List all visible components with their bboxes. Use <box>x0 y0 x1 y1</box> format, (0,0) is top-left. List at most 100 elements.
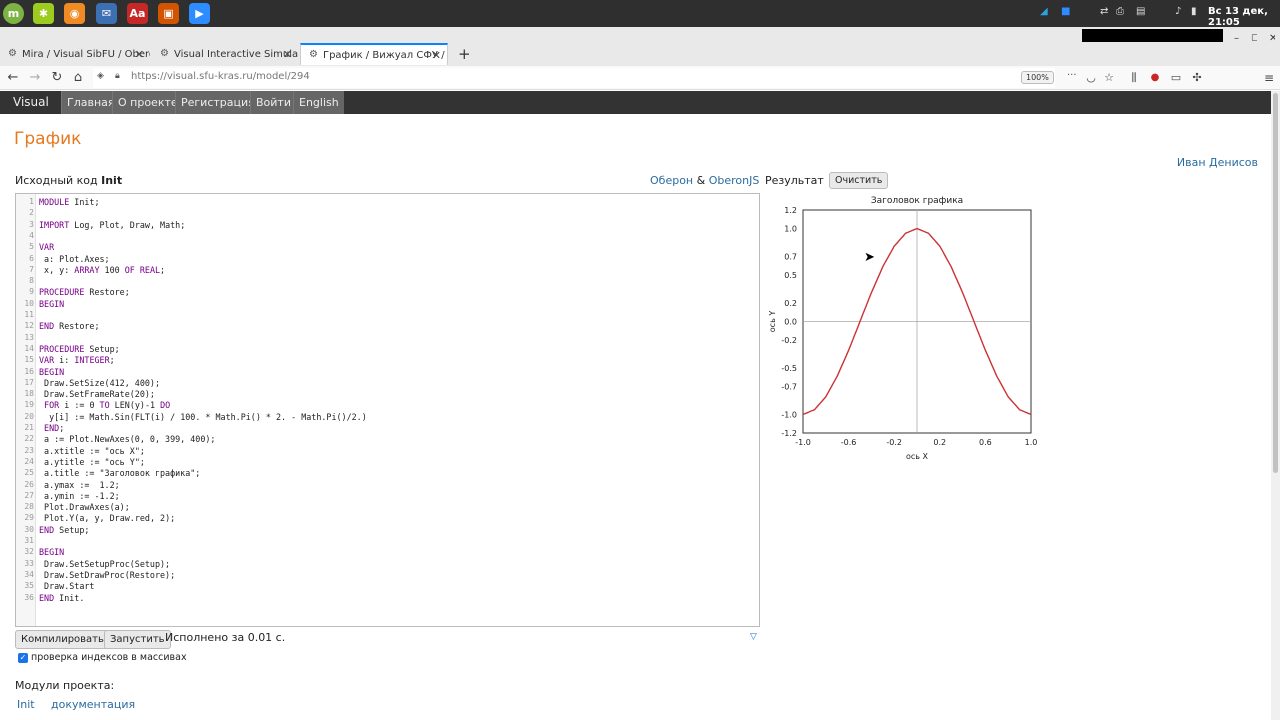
nav-login[interactable]: Войти <box>250 91 296 114</box>
address-bar[interactable]: ◈ 🔒︎ https://visual.sfu-kras.ru/model/29… <box>93 68 1077 88</box>
close-icon[interactable]: ✕ <box>283 48 292 61</box>
chart-title: Заголовок графика <box>871 196 963 206</box>
index-check-label: проверка индексов в массивах <box>31 652 187 663</box>
url-text: https://visual.sfu-kras.ru/model/294 <box>131 71 310 82</box>
line-number: 13 <box>24 332 34 342</box>
back-arrow-icon[interactable]: ← <box>5 70 21 86</box>
star-icon[interactable]: ☆ <box>1101 70 1117 86</box>
clear-button[interactable]: Очистить <box>829 172 889 189</box>
home-icon[interactable]: ⌂ <box>70 70 86 86</box>
line-number: 26 <box>24 479 34 489</box>
code-line: END; <box>44 423 65 433</box>
nav-register[interactable]: Регистрация <box>175 91 260 114</box>
more-icon[interactable]: ··· <box>1067 70 1077 81</box>
line-number: 4 <box>29 230 34 240</box>
x-tick-label: 0.6 <box>979 438 992 447</box>
presentation-app-icon[interactable]: ▣ <box>158 3 179 24</box>
code-line: BEGIN <box>39 366 65 377</box>
battery-icon[interactable]: ▮ <box>1191 6 1197 20</box>
volume-icon[interactable]: ♪ <box>1175 6 1181 20</box>
shield-icon[interactable]: ◈ <box>97 71 104 81</box>
clock[interactable]: Вс 13 дек, 21:05 <box>1208 6 1280 28</box>
line-number: 14 <box>24 343 34 353</box>
code-line: a.title := "Заголовок графика"; <box>39 468 201 479</box>
code-line: MODULE Init; <box>39 197 100 207</box>
settings-app-icon[interactable]: ✱ <box>33 3 54 24</box>
code-line: a.ytitle := "ось Y"; <box>39 456 145 467</box>
compile-button[interactable]: Компилировать <box>15 630 110 649</box>
y-tick-label: -1.2 <box>781 429 797 438</box>
nav-about[interactable]: О проекте <box>112 91 183 114</box>
line-number: 17 <box>24 377 34 387</box>
mail-app-icon[interactable]: ✉ <box>96 3 117 24</box>
code-editor[interactable]: 1 2 3 4 5 6 7 8 9 10 11 12 13 14 15 16 17 18 19 20 21 22 23 24 2… <box>15 193 760 627</box>
network-icon[interactable]: ⇄ <box>1100 6 1108 20</box>
mint-menu-icon[interactable]: m <box>3 3 24 24</box>
telegram-icon[interactable]: ◢ <box>1040 6 1048 20</box>
code-line: VAR i: INTEGER; <box>39 355 115 366</box>
dictionary-app-icon[interactable]: Aa <box>127 3 148 24</box>
pocket-icon[interactable]: ◡ <box>1083 70 1099 86</box>
code-line: y[i] := Math.Sin(FLT(i) / 100. * Math.Pi… <box>39 411 367 422</box>
expand-triangle-icon[interactable]: ▽ <box>750 632 757 642</box>
run-button[interactable]: Запустить <box>104 630 171 649</box>
zoom-tray-icon[interactable]: ■ <box>1061 6 1070 20</box>
lock-icon[interactable]: 🔒︎ <box>115 71 120 81</box>
library-icon[interactable]: ⫼ <box>1126 70 1142 86</box>
zoom-app-icon[interactable]: ▶ <box>189 3 210 24</box>
code-line: Draw.SetSize(412, 400); <box>39 377 161 388</box>
printer-icon[interactable]: ⎙ <box>1116 6 1124 20</box>
oberon-link[interactable]: Оберон <box>650 174 693 187</box>
x-tick-label: -0.2 <box>886 438 902 447</box>
tab-label: График / Вижуал СФУ / Об <box>322 49 448 61</box>
sidebar-icon[interactable]: ▭ <box>1168 70 1184 86</box>
forward-arrow-icon[interactable]: → <box>27 70 43 86</box>
documentation-link[interactable]: документация <box>51 698 135 711</box>
x-tick-label: 1.0 <box>1025 438 1038 447</box>
y-tick-label: 1.0 <box>784 225 797 234</box>
window-minimize-button[interactable]: – <box>1226 27 1240 49</box>
line-number: 5 <box>29 242 34 252</box>
close-icon[interactable]: ✕ <box>135 48 144 61</box>
line-number: 6 <box>29 253 34 263</box>
redacted-bar <box>1082 29 1223 42</box>
scrollbar-thumb[interactable] <box>1273 93 1278 473</box>
flag-icon[interactable]: ▤ <box>1136 6 1145 20</box>
source-label: Исходный код Init <box>15 174 122 187</box>
zoom-level[interactable]: 100% <box>1021 71 1054 84</box>
nav-home[interactable]: Главная <box>61 91 120 114</box>
close-icon[interactable]: ✕ <box>432 49 441 62</box>
menu-icon[interactable]: ≡ <box>1261 70 1277 86</box>
oberonjs-link[interactable]: OberonJS <box>709 174 760 187</box>
new-tab-button[interactable]: + <box>450 43 472 65</box>
tab-grafik[interactable]: ⚙ График / Вижуал СФУ / Об ✕ <box>300 43 448 65</box>
index-check-checkbox[interactable]: ✓ <box>18 652 28 663</box>
extension-icon[interactable]: ✣ <box>1189 70 1205 86</box>
code-line: a: Plot.Axes; <box>39 253 110 264</box>
code-line: Draw.SetFrameRate(20); <box>39 389 155 400</box>
tab-mira[interactable]: ⚙ Mira / Visual SibFU / Oberon ✕ <box>0 43 150 65</box>
result-label: Результат <box>765 174 824 187</box>
index-check-row[interactable]: ✓ проверка индексов в массивах <box>18 652 187 663</box>
page-scrollbar[interactable] <box>1271 91 1280 720</box>
line-number: 23 <box>24 445 34 455</box>
window-close-button[interactable]: ✕ <box>1261 27 1275 49</box>
line-number: 18 <box>24 389 34 399</box>
code-line: a.ymin := -1.2; <box>39 490 120 501</box>
exec-status: Исполнено за 0.01 с. <box>165 631 286 644</box>
brand-logo[interactable]: Visual <box>8 91 54 114</box>
window-maximize-button[interactable]: ▢ <box>1243 27 1257 49</box>
adblock-icon[interactable]: ● <box>1147 70 1163 86</box>
code-line: Plot.Y(a, y, Draw.red, 2); <box>39 513 176 524</box>
reload-icon[interactable]: ↻ <box>49 70 65 86</box>
user-link[interactable]: Иван Денисов <box>1177 156 1258 169</box>
module-init-link[interactable]: Init <box>17 698 35 711</box>
line-number: 20 <box>24 411 34 421</box>
y-tick-label: -0.7 <box>781 383 797 392</box>
tab-visual-interactive[interactable]: ⚙ Visual Interactive Simulation✕ <box>152 43 298 65</box>
x-axis-label: ось X <box>906 452 929 461</box>
line-number: 15 <box>24 355 34 365</box>
firefox-app-icon[interactable]: ◉ <box>64 3 85 24</box>
source-label-prefix: Исходный код <box>15 174 102 187</box>
nav-english[interactable]: English <box>293 91 344 114</box>
